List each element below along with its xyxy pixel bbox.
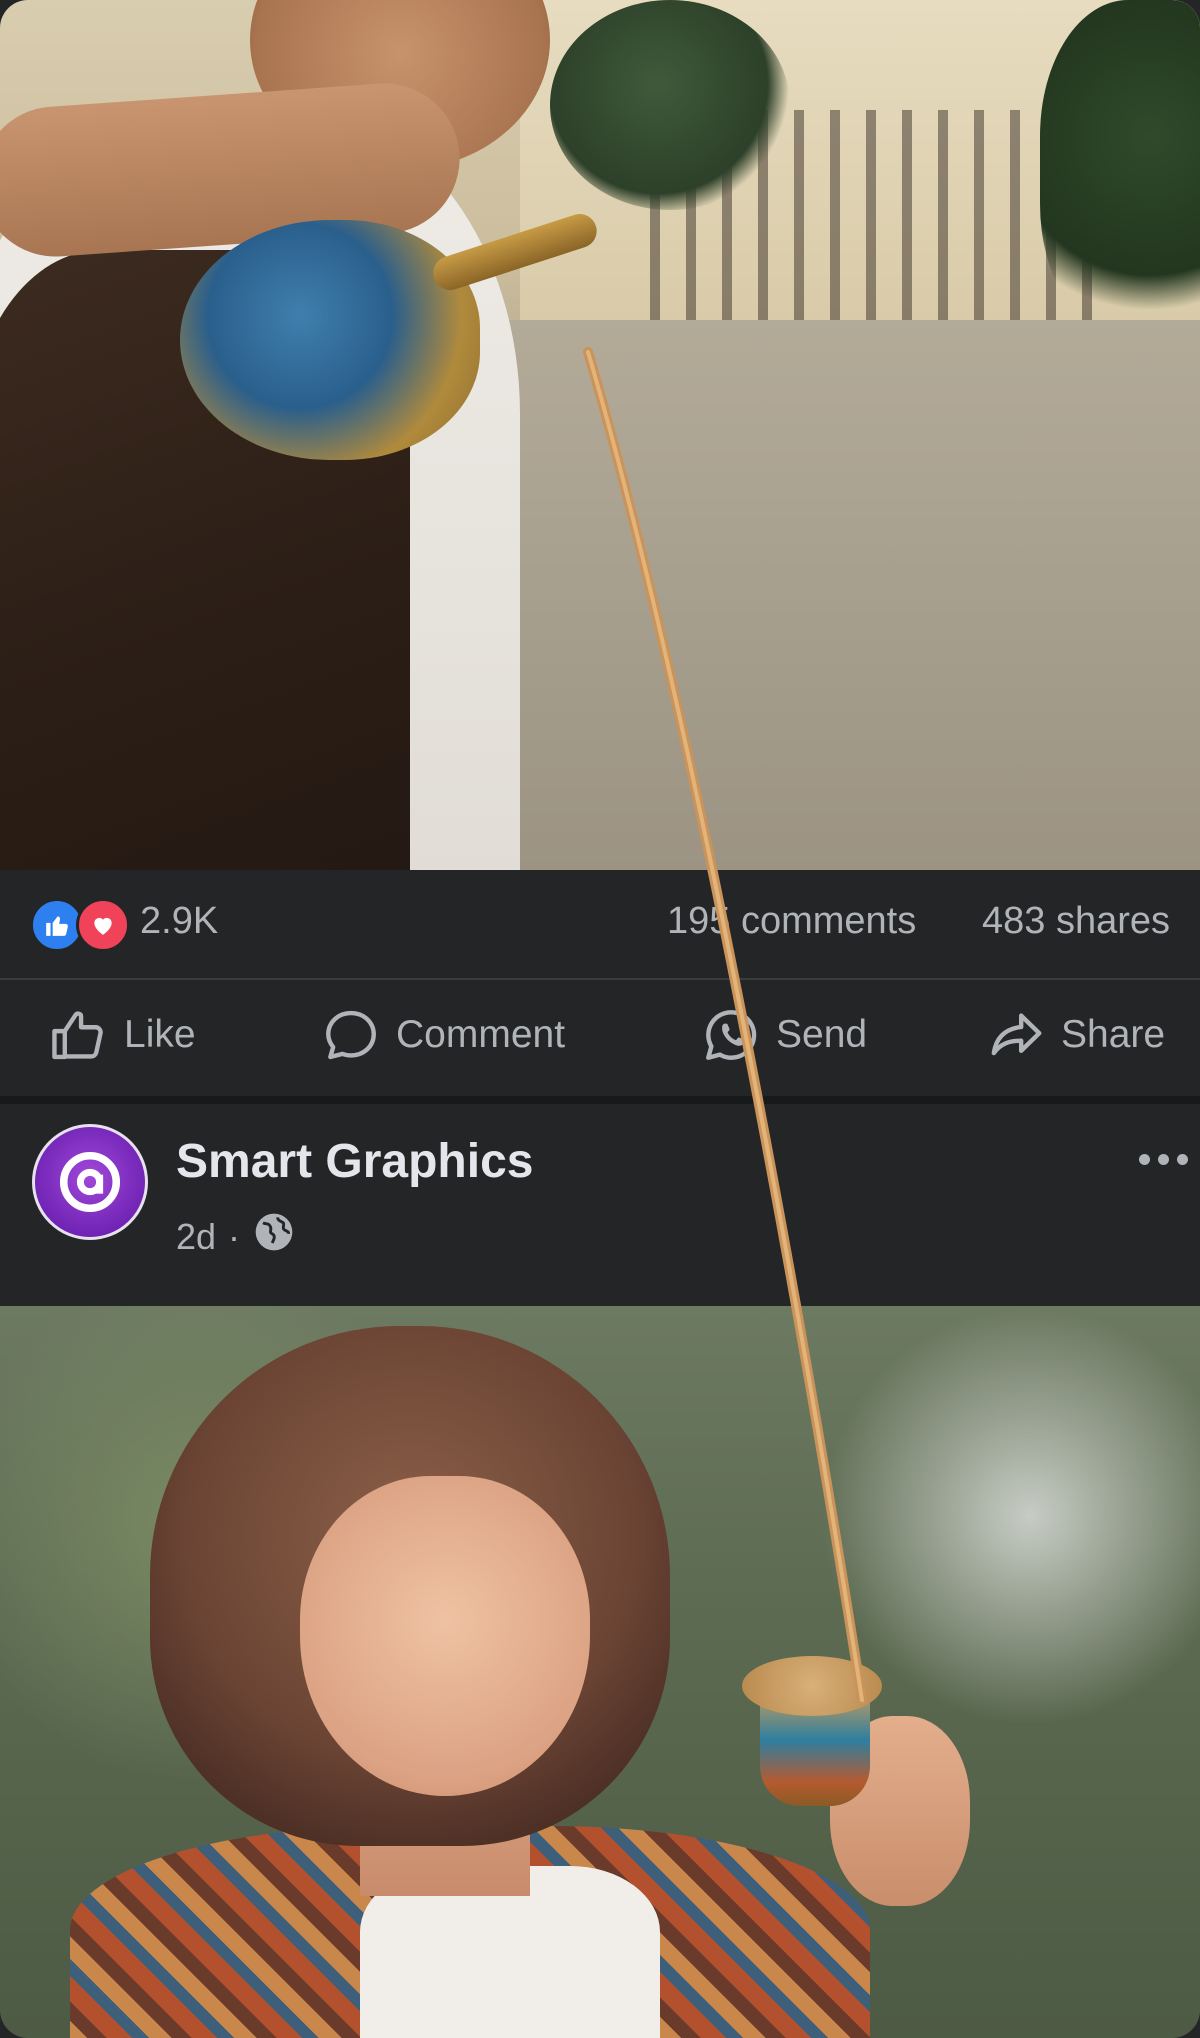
whatsapp-icon: [700, 1004, 762, 1066]
avatar[interactable]: [32, 1124, 148, 1240]
share-label: Share: [1061, 1013, 1166, 1056]
meta-separator: ·: [228, 1215, 241, 1257]
feed-separator: [0, 1096, 1200, 1104]
background-tree-right: [1040, 0, 1200, 340]
reaction-icons[interactable]: [30, 898, 140, 952]
post-time[interactable]: 2d: [176, 1216, 216, 1258]
post-image-woman-with-cup[interactable]: [0, 1306, 1200, 2038]
post-stats-row: 2.9K 195 comments 483 shares: [0, 870, 1200, 978]
comments-count[interactable]: 195 comments: [667, 900, 916, 943]
post-actions: Like Comment Send Share: [0, 980, 1200, 1090]
share-arrow-icon: [985, 1004, 1047, 1066]
tea-foam: [742, 1656, 882, 1716]
background-light: [820, 1306, 1200, 1726]
author-name[interactable]: Smart Graphics: [176, 1134, 533, 1189]
send-button[interactable]: Send: [700, 980, 867, 1090]
thumbs-up-icon: [48, 1004, 110, 1066]
dallah-teapot: [180, 220, 480, 460]
send-label: Send: [776, 1013, 868, 1056]
shares-count[interactable]: 483 shares: [982, 900, 1170, 943]
post-image-tea-pourer[interactable]: [0, 0, 1200, 870]
more-options-icon[interactable]: [1139, 1154, 1188, 1165]
screen: 2.9K 195 comments 483 shares Like Commen…: [0, 0, 1200, 2038]
comment-bubble-icon: [320, 1004, 382, 1066]
woman-face: [300, 1476, 590, 1796]
smart-graphics-logo-icon: [59, 1151, 121, 1213]
love-reaction-icon: [76, 898, 130, 952]
post-footer: 2.9K 195 comments 483 shares Like Commen…: [0, 870, 1200, 1306]
share-button[interactable]: Share: [985, 980, 1165, 1090]
next-post-header: Smart Graphics 2d ·: [0, 1104, 1200, 1304]
like-button[interactable]: Like: [48, 980, 196, 1090]
globe-icon: [252, 1210, 296, 1263]
background-tree: [550, 0, 790, 210]
comment-button[interactable]: Comment: [320, 980, 565, 1090]
reaction-count[interactable]: 2.9K: [140, 900, 218, 943]
like-label: Like: [124, 1013, 196, 1056]
post-meta: 2d ·: [176, 1210, 296, 1263]
comment-label: Comment: [396, 1013, 566, 1056]
